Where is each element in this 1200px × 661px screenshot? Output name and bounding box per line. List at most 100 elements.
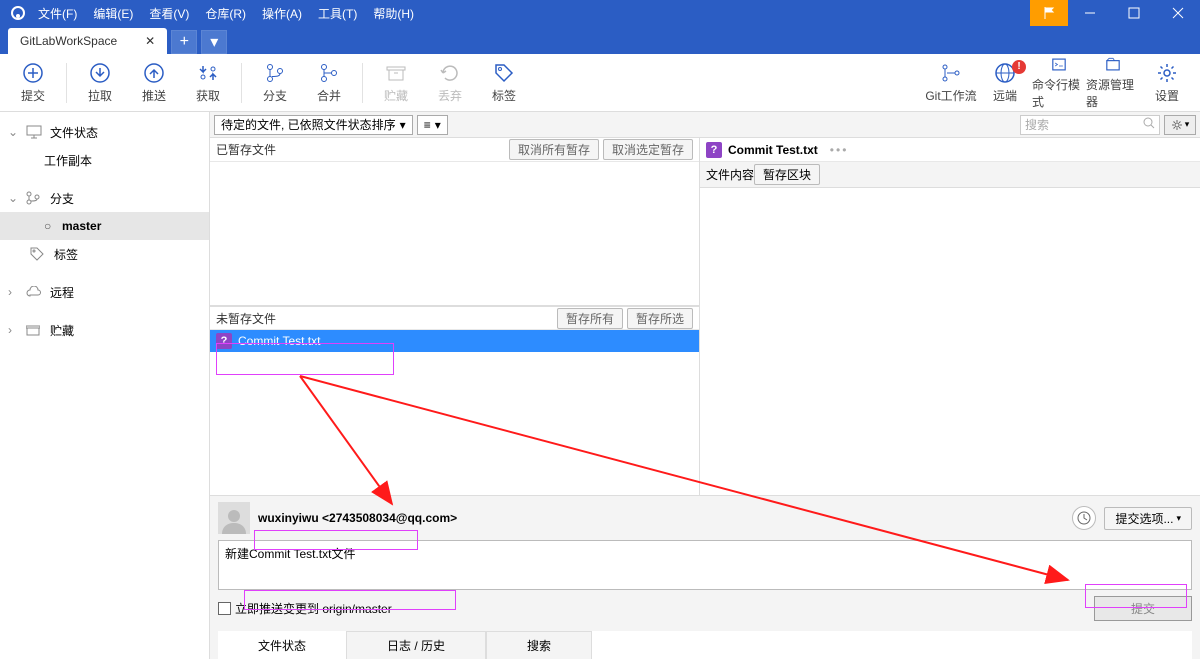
menu-edit[interactable]: 编辑(E) [85,0,141,26]
tag-icon [30,247,48,261]
minimize-button[interactable] [1068,0,1112,26]
commit-message-input[interactable]: 新建Commit Test.txt文件 [218,540,1192,590]
maximize-button[interactable] [1112,0,1156,26]
commit-area: wuxinyiwu <2743508034@qq.com> 提交选项... ▾ … [210,495,1200,659]
stash-toolbar-button[interactable]: 贮藏 [369,56,423,110]
search-icon [1143,117,1155,132]
panes: 已暂存文件 取消所有暂存 取消选定暂存 未暂存文件 暂存所有 暂存所选 [210,138,1200,495]
unstaged-title: 未暂存文件 [216,310,276,327]
sidebar-remotes[interactable]: › 远程 [0,278,209,306]
file-item[interactable]: ? Commit Test.txt [210,330,699,352]
chevron-down-icon: ⌄ [8,125,20,139]
untracked-icon: ? [216,333,232,349]
branch-toolbar-button[interactable]: 分支 [248,56,302,110]
repo-tab-label: GitLabWorkSpace [20,34,117,48]
menu-repo[interactable]: 仓库(R) [197,0,254,26]
tag-toolbar-button[interactable]: 标签 [477,56,531,110]
stash-icon [26,324,44,336]
unstage-selected-button[interactable]: 取消选定暂存 [603,139,693,160]
sidebar-stashes[interactable]: › 贮藏 [0,316,209,344]
tab-bar: GitLabWorkSpace ✕ + ▾ [0,26,1200,54]
tab-file-status[interactable]: 文件状态 [218,631,346,659]
tab-log[interactable]: 日志 / 历史 [346,631,486,659]
merge-toolbar-button[interactable]: 合并 [302,56,356,110]
terminal-toolbar-button[interactable]: 命令行模式 [1032,56,1086,110]
unstaged-file-list: ? Commit Test.txt [210,330,699,495]
tab-search[interactable]: 搜索 [486,631,592,659]
search-input[interactable]: 搜索 [1020,115,1160,135]
staged-file-list [210,162,699,305]
chevron-right-icon: › [8,323,20,337]
repo-tab[interactable]: GitLabWorkSpace ✕ [8,28,167,54]
unstaged-section: 未暂存文件 暂存所有 暂存所选 ? Commit Test.txt [210,306,699,495]
explorer-toolbar-button[interactable]: 资源管理器 [1086,56,1140,110]
remote-badge: ! [1012,60,1026,74]
dropdown-arrow-icon: ▾ [435,118,441,132]
main-toolbar: 提交 拉取 推送 获取 分支 合并 贮藏 丢弃 标签 Git工作流 ! [0,54,1200,112]
menu-help[interactable]: 帮助(H) [365,0,422,26]
stage-all-button[interactable]: 暂存所有 [557,308,623,329]
untracked-icon: ? [706,142,722,158]
push-immediately-checkbox[interactable]: 立即推送变更到 origin/master [218,600,392,617]
gitflow-toolbar-button[interactable]: Git工作流 [924,56,978,110]
branch-icon [26,191,44,205]
checkbox-icon [218,602,231,615]
tab-menu-button[interactable]: ▾ [201,30,227,54]
monitor-icon [26,125,44,139]
more-options-icon[interactable]: ••• [830,143,849,157]
menu-actions[interactable]: 操作(A) [254,0,310,26]
sidebar-file-status[interactable]: ⌄ 文件状态 [0,118,209,146]
preview-filename: Commit Test.txt [728,143,818,157]
dropdown-arrow-icon: ▾ [1176,513,1181,524]
commit-button[interactable]: 提交 [1094,596,1192,621]
current-branch-indicator-icon: ○ [44,219,56,233]
sidebar-working-copy[interactable]: 工作副本 [0,146,209,174]
sidebar-branches[interactable]: ⌄ 分支 [0,184,209,212]
bottom-tabs: 文件状态 日志 / 历史 搜索 [218,631,1192,659]
settings-toolbar-button[interactable]: 设置 [1140,56,1194,110]
history-button[interactable] [1072,506,1096,530]
commit-toolbar-button[interactable]: 提交 [6,56,60,110]
menu-view[interactable]: 查看(V) [141,0,197,26]
preview-content [700,188,1200,495]
menu-file[interactable]: 文件(F) [30,0,85,26]
staged-title: 已暂存文件 [216,141,276,158]
sort-dropdown[interactable]: 待定的文件, 已依照文件状态排序 ▾ [214,115,413,135]
preview-pane: ? Commit Test.txt ••• 文件内容 暂存区块 [700,138,1200,495]
file-list-pane: 已暂存文件 取消所有暂存 取消选定暂存 未暂存文件 暂存所有 暂存所选 [210,138,700,495]
staged-section: 已暂存文件 取消所有暂存 取消选定暂存 [210,138,699,306]
avatar [218,502,250,534]
fetch-toolbar-button[interactable]: 获取 [181,56,235,110]
view-mode-dropdown[interactable]: ≡ ▾ [417,115,448,135]
settings-dropdown[interactable]: ▾ [1164,115,1196,135]
title-bar: 文件(F) 编辑(E) 查看(V) 仓库(R) 操作(A) 工具(T) 帮助(H… [0,0,1200,26]
commit-options-button[interactable]: 提交选项... ▾ [1104,507,1192,530]
list-icon: ≡ [424,118,431,132]
dropdown-arrow-icon: ▾ [400,118,406,132]
file-name: Commit Test.txt [238,334,320,348]
app-icon [6,1,30,25]
pull-toolbar-button[interactable]: 拉取 [73,56,127,110]
close-tab-icon[interactable]: ✕ [145,34,155,48]
new-tab-button[interactable]: + [171,30,197,54]
main-area: 待定的文件, 已依照文件状态排序 ▾ ≡ ▾ 搜索 ▾ [210,112,1200,659]
remote-toolbar-button[interactable]: ! 远端 [978,56,1032,110]
unstage-all-button[interactable]: 取消所有暂存 [509,139,599,160]
menu-tools[interactable]: 工具(T) [310,0,365,26]
sidebar-tags[interactable]: 标签 [0,240,209,268]
notification-flag-icon[interactable] [1030,0,1068,26]
commit-author: wuxinyiwu <2743508034@qq.com> [258,511,1064,525]
preview-content-label: 文件内容 [706,166,754,183]
discard-toolbar-button[interactable]: 丢弃 [423,56,477,110]
dropdown-arrow-icon: ▾ [1185,119,1190,130]
cloud-icon [26,286,44,298]
sidebar-branch-master[interactable]: ○ master [0,212,209,240]
sidebar: ⌄ 文件状态 工作副本 ⌄ 分支 ○ master 标签 › 远程 › [0,112,210,659]
stage-hunk-button[interactable]: 暂存区块 [754,164,820,185]
stage-selected-button[interactable]: 暂存所选 [627,308,693,329]
chevron-right-icon: › [8,285,20,299]
chevron-down-icon: ⌄ [8,191,20,205]
close-button[interactable] [1156,0,1200,26]
push-toolbar-button[interactable]: 推送 [127,56,181,110]
filter-bar: 待定的文件, 已依照文件状态排序 ▾ ≡ ▾ 搜索 ▾ [210,112,1200,138]
